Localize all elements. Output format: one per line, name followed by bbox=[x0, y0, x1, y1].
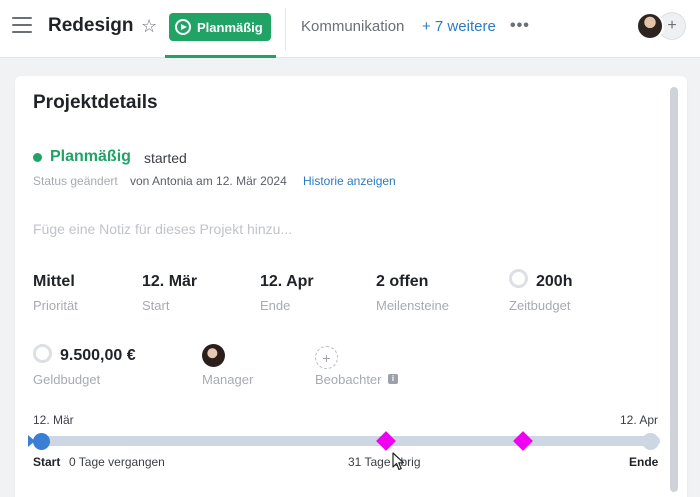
priority-value[interactable]: Mittel bbox=[33, 273, 75, 291]
observer-label: Beobachter bbox=[315, 372, 382, 387]
timeline-start-date: 12. Mär bbox=[33, 413, 74, 427]
mouse-cursor-icon bbox=[392, 452, 405, 471]
project-title: Redesign bbox=[48, 15, 134, 36]
money-budget-value[interactable]: 9.500,00 € bbox=[60, 347, 136, 365]
timeline-elapsed: 0 Tage vergangen bbox=[69, 455, 165, 469]
time-budget-ring-icon bbox=[509, 269, 528, 288]
timeline-track bbox=[33, 436, 660, 446]
more-horizontal-icon[interactable]: ••• bbox=[510, 17, 530, 35]
menu-icon[interactable] bbox=[12, 17, 32, 35]
time-budget-label: Zeitbudget bbox=[509, 298, 571, 313]
add-observer-button[interactable]: + bbox=[315, 346, 338, 369]
scrollbar[interactable] bbox=[670, 87, 678, 492]
tab-kommunikation[interactable]: Kommunikation bbox=[301, 18, 404, 35]
timeline-end-marker bbox=[642, 433, 659, 450]
active-tab-indicator bbox=[165, 55, 276, 58]
project-note-input[interactable]: Füge eine Notiz für dieses Projekt hinzu… bbox=[33, 221, 292, 237]
priority-label: Priorität bbox=[33, 298, 78, 313]
project-details-card bbox=[15, 76, 687, 497]
status-tab-button[interactable]: Planmäßig bbox=[169, 13, 271, 41]
end-date-label: Ende bbox=[260, 298, 291, 313]
manager-avatar[interactable] bbox=[202, 344, 225, 367]
status-tab-label: Planmäßig bbox=[197, 19, 263, 35]
star-icon[interactable]: ☆ bbox=[141, 16, 157, 36]
status-changed-by: von Antonia am 12. Mär 2024 bbox=[130, 174, 287, 188]
tab-more-link[interactable]: + 7 weitere bbox=[422, 18, 496, 35]
start-date-value[interactable]: 12. Mär bbox=[142, 273, 197, 291]
header-divider bbox=[285, 8, 286, 50]
money-budget-label: Geldbudget bbox=[33, 372, 101, 387]
timeline-end-label: Ende bbox=[629, 455, 659, 469]
top-bar: Redesign ☆ Planmäßig Kommunikation + 7 w… bbox=[0, 0, 700, 58]
status-dot-icon bbox=[33, 153, 42, 162]
info-icon[interactable]: i bbox=[388, 374, 398, 384]
milestones-label: Meilensteine bbox=[376, 298, 449, 313]
manager-label: Manager bbox=[202, 372, 254, 387]
status-sub: started bbox=[144, 150, 187, 166]
play-circle-icon bbox=[175, 19, 191, 35]
history-link[interactable]: Historie anzeigen bbox=[303, 174, 396, 188]
timeline-start-label: Start bbox=[33, 455, 61, 469]
timeline-start-marker[interactable] bbox=[33, 433, 50, 450]
time-budget-value[interactable]: 200h bbox=[536, 273, 572, 291]
end-date-value[interactable]: 12. Apr bbox=[260, 273, 314, 291]
start-date-label: Start bbox=[142, 298, 170, 313]
status-changed-label: Status geändert bbox=[33, 174, 118, 188]
section-title: Projektdetails bbox=[33, 92, 158, 113]
timeline-remaining: 31 Tage übrig bbox=[348, 455, 421, 469]
status-label[interactable]: Planmäßig bbox=[50, 148, 131, 166]
money-budget-ring-icon bbox=[33, 344, 52, 363]
member-avatar[interactable] bbox=[636, 12, 664, 40]
milestones-value[interactable]: 2 offen bbox=[376, 273, 428, 291]
timeline-end-date: 12. Apr bbox=[620, 413, 659, 427]
